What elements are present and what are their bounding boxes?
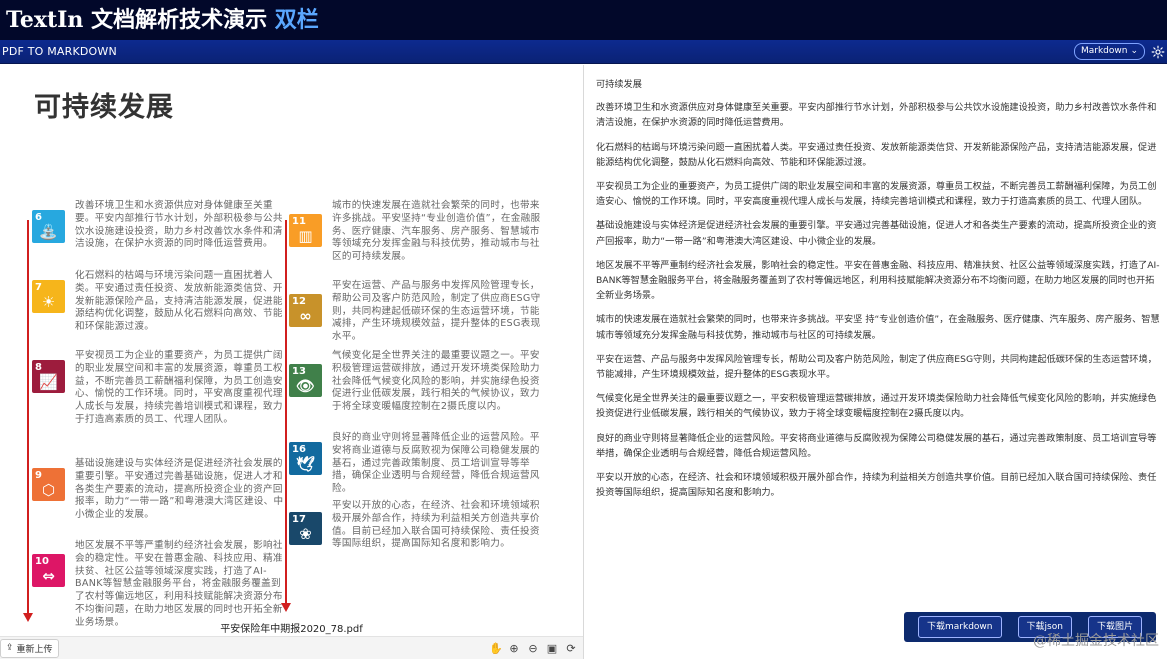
markdown-paragraph: 平安视员工为企业的重要资产，为员工提供广阔的职业发展空间和丰富的发展资源，尊重员… <box>596 181 1157 208</box>
reupload-label: 重新上传 <box>16 644 53 655</box>
sun-icon: ☀ <box>41 293 56 311</box>
document-title: 可持续发展 <box>34 92 174 123</box>
sdg-text: 平安以开放的心态，在经济、社会和环境领域积极开展外部合作，持续为利益相关方创造共… <box>332 500 540 550</box>
sdg-icon: 13 👁 <box>289 364 322 397</box>
sdg-text: 气候变化是全世界关注的最重要议题之一。平安积极管理运营碳排放，通过开发环境类保险… <box>332 350 540 413</box>
eye-earth-icon: 👁 <box>295 377 316 395</box>
viewer-tools: ✋ ⊕ ⊖ ▣ ⟳ <box>489 642 577 655</box>
sdg-icon: 11 ▥ <box>289 214 322 247</box>
sdg-icon: 10 ⇔ <box>32 554 65 587</box>
pdf-preview-pane[interactable]: 可持续发展 6 ⛲ 改善环境卫生和水资源供应对身体健康至关重要。平安内部推行节水… <box>0 65 583 659</box>
markdown-paragraph: 基础设施建设与实体经济是促进经济社会发展的重要引擎。平安通过完善基础设施，促进人… <box>596 220 1157 247</box>
sdg-icon: 9 ⬡ <box>32 468 65 501</box>
gear-icon[interactable] <box>1151 45 1165 59</box>
chevron-down-icon: ⌄ <box>1130 46 1138 56</box>
upload-icon: ⇪ <box>6 643 14 653</box>
banner-title: TextIn 文档解析技术演示 <box>6 7 268 33</box>
markdown-paragraph: 气候变化是全世界关注的最重要议题之一，平安积极管理运营碳排放，通过开发环境类保险… <box>596 393 1157 420</box>
hand-icon[interactable]: ✋ <box>489 642 503 655</box>
infrastructure-icon: ⬡ <box>41 481 56 499</box>
format-select-value: Markdown <box>1080 46 1128 56</box>
sdg-text: 化石燃料的枯竭与环境污染问题一直困扰着人类。平安通过责任投资、发放新能源类信贷、… <box>75 270 283 333</box>
markdown-content: 可持续发展 改善环境卫生和水资源供应对身体健康至关重要。平安内部推行节水计划，外… <box>596 77 1162 509</box>
sdg-icon: 7 ☀ <box>32 280 65 313</box>
sdg-icon: 12 ∞ <box>289 294 322 327</box>
banner-title-accent: 双栏 <box>274 7 319 33</box>
markdown-paragraph: 改善环境卫生和水资源供应对身体健康至关重要。平安内部推行节水计划，外部积极参与公… <box>596 102 1157 129</box>
top-toolbar: PDF TO MARKDOWN Markdown ⌄ <box>0 40 1167 64</box>
download-markdown-button[interactable]: 下载markdown <box>918 616 1002 638</box>
pdf-bottom-bar: ⇪ 重新上传 ✋ ⊕ ⊖ ▣ ⟳ <box>0 636 583 659</box>
zoom-in-icon[interactable]: ⊕ <box>508 642 520 655</box>
file-name: 平安保险年中期报2020_78.pdf <box>220 624 363 635</box>
sdg-icon: 16 🕊 <box>289 442 322 475</box>
sdg-text: 地区发展不平等严重制约经济社会发展，影响社会的稳定性。平安在普惠金融、科技应用、… <box>75 540 283 628</box>
sdg-text: 城市的快速发展在造就社会繁荣的同时，也带来许多挑战。平安坚持“专业创造价值”，在… <box>332 200 541 263</box>
growth-icon: 📈 <box>39 373 58 391</box>
markdown-heading: 可持续发展 <box>596 79 642 90</box>
sdg-text: 平安在运营、产品与服务中发挥风险管理专长，帮助公司及客户防范风险，制定了供应商E… <box>332 280 541 343</box>
sdg-icon: 17 ❀ <box>289 512 322 545</box>
left-column-arrow <box>27 220 29 615</box>
markdown-paragraph: 平安在运营、产品与服务中发挥风险管理专长，帮助公司及客户防范风险，制定了供应商E… <box>596 353 1157 381</box>
reupload-button[interactable]: ⇪ 重新上传 <box>0 638 59 658</box>
dove-icon: 🕊 <box>295 455 316 473</box>
infinity-icon: ∞ <box>299 307 312 325</box>
equality-icon: ⇔ <box>42 567 55 585</box>
rotate-icon[interactable]: ⟳ <box>565 642 577 655</box>
markdown-paragraph: 地区发展不平等严重制约经济社会发展，影响社会的稳定性。平安在普惠金融、科技应用、… <box>596 259 1160 302</box>
sdg-text: 基础设施建设与实体经济是促进经济社会发展的重要引擎。平安通过完善基础设施，促进人… <box>75 458 284 521</box>
partnership-icon: ❀ <box>299 525 312 543</box>
sdg-text: 改善环境卫生和水资源供应对身体健康至关重要。平安内部推行节水计划，外部积极参与公… <box>75 200 283 250</box>
markdown-paragraph: 城市的快速发展在造就社会繁荣的同时，也带来许多挑战。平安坚 持“专业创造价值”，… <box>596 314 1160 341</box>
markdown-paragraph: 化石燃料的枯竭与环境污染问题一直困扰着人类。平安通过责任投资、发放新能源类信贷、… <box>596 141 1157 168</box>
zoom-out-icon[interactable]: ⊖ <box>527 642 539 655</box>
markdown-paragraph: 平安以开放的心态，在经济、社会和环境领域积极开展外部合作，持续为利益相关方创造共… <box>596 472 1157 499</box>
format-select[interactable]: Markdown ⌄ <box>1073 43 1145 60</box>
watermark: @稀土掘金技术社区 <box>1033 633 1159 649</box>
demo-banner: TextIn 文档解析技术演示 双栏 <box>0 0 1167 40</box>
fit-icon[interactable]: ▣ <box>546 642 558 655</box>
toolbar-label: PDF TO MARKDOWN <box>2 44 117 58</box>
sdg-icon: 8 📈 <box>32 360 65 393</box>
markdown-output-pane[interactable]: 可持续发展 改善环境卫生和水资源供应对身体健康至关重要。平安内部推行节水计划，外… <box>584 65 1167 659</box>
sdg-text: 良好的商业守则将显著降低企业的运营风险。平安将商业道德与反腐败视为保障公司稳健发… <box>332 432 540 495</box>
sdg-icon: 6 ⛲ <box>32 210 65 243</box>
water-icon: ⛲ <box>39 223 58 241</box>
city-icon: ▥ <box>298 227 313 245</box>
sdg-text: 平安视员工为企业的重要资产，为员工提供广阔的职业发展空间和丰富的发展资源，尊重员… <box>75 350 283 425</box>
markdown-paragraph: 良好的商业守则将显著降低企业的运营风险。平安将商业道德与反腐败视为保障公司稳健发… <box>596 432 1157 459</box>
